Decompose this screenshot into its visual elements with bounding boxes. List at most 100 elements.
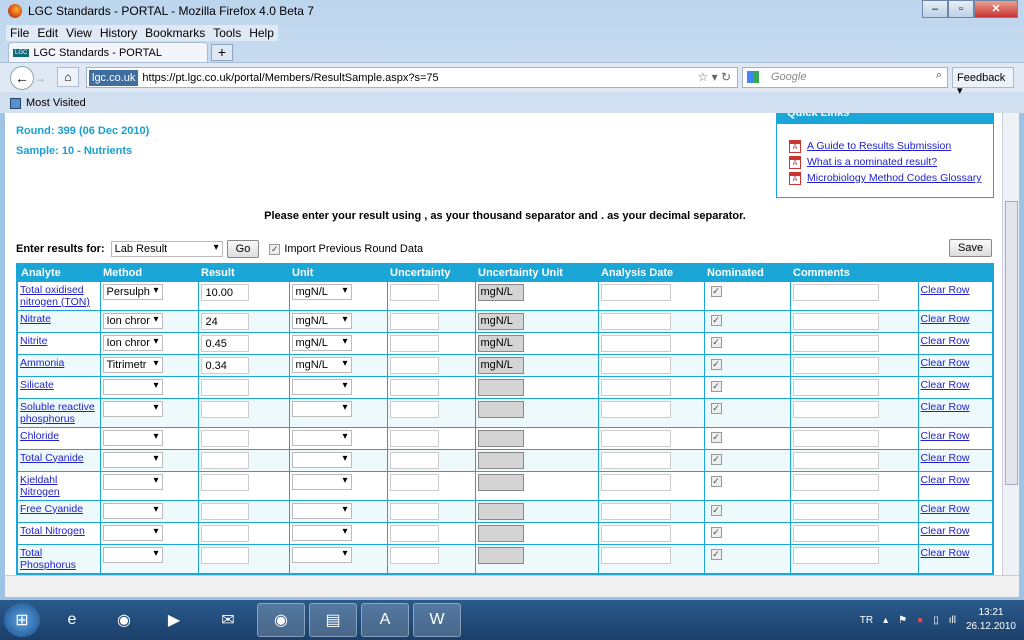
- analysis-date-input[interactable]: [600, 429, 671, 447]
- uncertainty-input[interactable]: [389, 334, 439, 352]
- result-input[interactable]: [200, 546, 249, 564]
- method-select[interactable]: [102, 546, 163, 563]
- clear-row-link[interactable]: Clear Row: [921, 503, 970, 515]
- comments-input[interactable]: [792, 312, 879, 330]
- unit-select[interactable]: [291, 502, 352, 519]
- tray-expand-icon[interactable]: ▴: [883, 615, 888, 626]
- unit-select[interactable]: [291, 546, 352, 563]
- forward-button[interactable]: →: [34, 71, 46, 85]
- clear-row-link[interactable]: Clear Row: [921, 401, 970, 413]
- result-input[interactable]: [200, 378, 249, 396]
- result-input[interactable]: [200, 400, 249, 418]
- method-select[interactable]: [102, 429, 163, 446]
- uncertainty-input[interactable]: [389, 473, 439, 491]
- power-icon[interactable]: ▯: [933, 615, 939, 626]
- language-indicator[interactable]: TR: [860, 615, 873, 626]
- clear-row-link[interactable]: Clear Row: [921, 335, 970, 347]
- menu-tools[interactable]: Tools: [213, 26, 241, 40]
- analysis-date-input[interactable]: [600, 283, 671, 301]
- analyte-link[interactable]: Soluble reactive phosphorus: [20, 401, 95, 425]
- menu-file[interactable]: File: [10, 26, 29, 40]
- comments-input[interactable]: [792, 378, 879, 396]
- analysis-date-input[interactable]: [600, 400, 671, 418]
- close-button[interactable]: ✕: [974, 0, 1018, 18]
- new-tab-button[interactable]: +: [211, 44, 233, 61]
- method-select[interactable]: Ion chror: [102, 334, 163, 351]
- analyte-link[interactable]: Total oxidised nitrogen (TON): [20, 284, 90, 308]
- menu-bookmarks[interactable]: Bookmarks: [145, 26, 205, 40]
- comments-input[interactable]: [792, 334, 879, 352]
- analyte-link[interactable]: Total Phosphorus: [20, 547, 76, 571]
- comments-input[interactable]: [792, 546, 879, 564]
- clock[interactable]: 13:21 26.12.2010: [966, 606, 1016, 634]
- minimize-button[interactable]: –: [922, 0, 948, 18]
- analyte-link[interactable]: Chloride: [20, 430, 59, 442]
- analyte-link[interactable]: Free Cyanide: [20, 503, 83, 515]
- star-icon[interactable]: ☆: [697, 70, 708, 84]
- result-input[interactable]: [200, 524, 249, 542]
- comments-input[interactable]: [792, 502, 879, 520]
- uncertainty-input[interactable]: [389, 502, 439, 520]
- clear-row-link[interactable]: Clear Row: [921, 313, 970, 325]
- uncertainty-input[interactable]: [389, 429, 439, 447]
- result-input[interactable]: [200, 473, 249, 491]
- analysis-date-input[interactable]: [600, 524, 671, 542]
- clear-row-link[interactable]: Clear Row: [921, 547, 970, 559]
- save-button[interactable]: Save: [949, 239, 993, 257]
- analyte-link[interactable]: Total Nitrogen: [20, 525, 85, 537]
- word-icon[interactable]: W: [413, 603, 461, 637]
- url-bar[interactable]: lgc.co.uk https://pt.lgc.co.uk/portal/Mem…: [86, 67, 738, 88]
- analysis-date-input[interactable]: [600, 473, 671, 491]
- search-box[interactable]: Google ⌕: [742, 67, 948, 88]
- clear-row-link[interactable]: Clear Row: [921, 452, 970, 464]
- unit-select[interactable]: mgN/L: [291, 312, 352, 329]
- unit-select[interactable]: mgN/L: [291, 356, 352, 373]
- unit-select[interactable]: mgN/L: [291, 334, 352, 351]
- quick-link-glossary[interactable]: Microbiology Method Codes Glossary: [807, 172, 982, 184]
- unit-select[interactable]: [291, 378, 352, 395]
- uncertainty-input[interactable]: [389, 451, 439, 469]
- method-select[interactable]: [102, 378, 163, 395]
- analyte-link[interactable]: Total Cyanide: [20, 452, 84, 464]
- analysis-date-input[interactable]: [600, 356, 671, 374]
- method-select[interactable]: Ion chror: [102, 312, 163, 329]
- uncertainty-input[interactable]: [389, 400, 439, 418]
- firefox-taskbar-icon[interactable]: ◉: [100, 603, 148, 637]
- ie-icon[interactable]: e: [48, 603, 96, 637]
- analysis-date-input[interactable]: [600, 546, 671, 564]
- method-select[interactable]: [102, 502, 163, 519]
- nominated-checkbox[interactable]: ✓: [710, 475, 722, 487]
- nominated-checkbox[interactable]: ✓: [710, 285, 722, 297]
- menu-view[interactable]: View: [66, 26, 92, 40]
- result-input[interactable]: 0.34: [200, 356, 249, 374]
- flag-icon[interactable]: ⚑: [898, 615, 907, 626]
- clear-row-link[interactable]: Clear Row: [921, 474, 970, 486]
- analyte-link[interactable]: Nitrite: [20, 335, 47, 347]
- unit-select[interactable]: mgN/L: [291, 283, 352, 300]
- uncertainty-input[interactable]: [389, 356, 439, 374]
- quick-link-nominated[interactable]: What is a nominated result?: [807, 156, 937, 168]
- comments-input[interactable]: [792, 451, 879, 469]
- result-input[interactable]: [200, 451, 249, 469]
- comments-input[interactable]: [792, 400, 879, 418]
- result-input[interactable]: [200, 429, 249, 447]
- clear-row-link[interactable]: Clear Row: [921, 379, 970, 391]
- reload-icon[interactable]: ↻: [721, 70, 731, 84]
- nominated-checkbox[interactable]: ✓: [710, 548, 722, 560]
- analyte-link[interactable]: Kjeldahl Nitrogen: [20, 474, 60, 498]
- search-icon[interactable]: ⌕: [936, 69, 942, 82]
- nominated-checkbox[interactable]: ✓: [710, 336, 722, 348]
- comments-input[interactable]: [792, 283, 879, 301]
- comments-input[interactable]: [792, 524, 879, 542]
- clear-row-link[interactable]: Clear Row: [921, 284, 970, 296]
- uncertainty-input[interactable]: [389, 283, 439, 301]
- analysis-date-input[interactable]: [600, 312, 671, 330]
- site-identity[interactable]: lgc.co.uk: [89, 69, 139, 86]
- quick-link-guide[interactable]: A Guide to Results Submission: [807, 140, 951, 152]
- result-input[interactable]: 24: [200, 312, 249, 330]
- unit-select[interactable]: [291, 429, 352, 446]
- nominated-checkbox[interactable]: ✓: [710, 504, 722, 516]
- scroll-thumb[interactable]: [1005, 201, 1018, 485]
- uncertainty-input[interactable]: [389, 546, 439, 564]
- analyte-link[interactable]: Ammonia: [20, 357, 64, 369]
